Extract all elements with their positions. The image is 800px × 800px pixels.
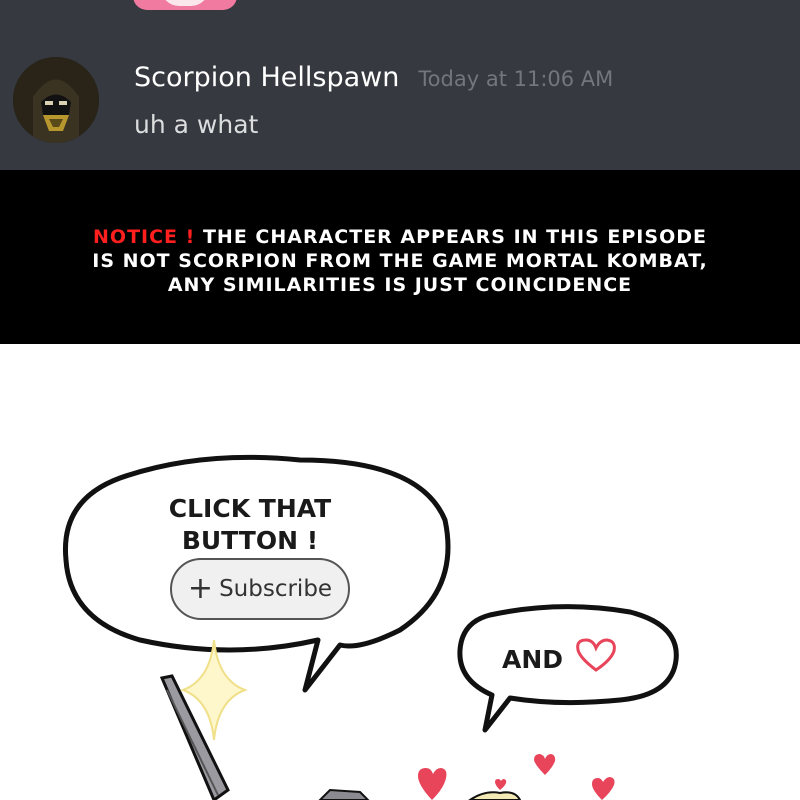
notice-line-3: ANY SIMILARITIES IS JUST COINCIDENCE [167,274,633,296]
bubble-large-line-2: BUTTON ! [181,526,319,555]
bubble-large-text: CLICK THAT BUTTON ! [130,493,370,557]
previous-message-avatar [133,0,237,10]
notice-text: NOTICE ! THE CHARACTER APPEARS IN THIS E… [0,225,800,297]
username[interactable]: Scorpion Hellspawn [134,62,399,93]
figure-armor [318,788,370,800]
bubble-small-text: AND [502,645,564,674]
heart-icon [534,754,556,775]
comic-illustration [62,454,679,800]
message-header: Scorpion Hellspawn Today at 11:06 AM [134,62,613,93]
speech-bubble-small [457,604,679,733]
heart-icon [592,777,615,800]
notice-line-1: THE CHARACTER APPEARS IN THIS EPISODE [202,226,707,248]
user-avatar[interactable] [13,57,99,143]
notice-line-2: IS NOT SCORPION FROM THE GAME MORTAL KOM… [92,250,708,272]
heart-icon [418,768,447,800]
notice-label: NOTICE ! [93,226,196,248]
heart-icon [495,779,507,790]
subscribe-button[interactable]: + Subscribe [170,558,350,620]
chat-panel: Scorpion Hellspawn Today at 11:06 AM uh … [0,0,800,170]
figure-hair [468,791,522,800]
plus-icon: + [187,571,214,606]
avatar-image [13,57,99,143]
message-text: uh a what [134,110,259,139]
bubble-large-line-1: CLICK THAT [168,494,332,523]
subscribe-label: Subscribe [219,576,333,602]
timestamp: Today at 11:06 AM [418,67,614,91]
